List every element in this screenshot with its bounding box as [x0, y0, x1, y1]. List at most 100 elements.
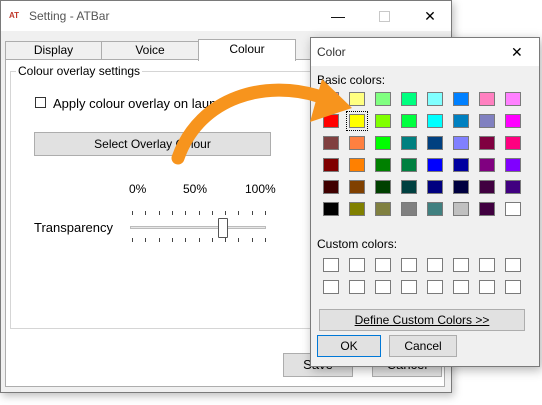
slider-tick	[185, 211, 187, 215]
custom-color-swatch[interactable]	[349, 258, 365, 272]
basic-color-swatch[interactable]	[323, 202, 339, 216]
basic-color-swatch[interactable]	[505, 180, 521, 194]
custom-color-swatch[interactable]	[375, 258, 391, 272]
basic-color-swatch[interactable]	[323, 136, 339, 150]
basic-color-swatch[interactable]	[505, 114, 521, 128]
maximize-button[interactable]	[361, 1, 407, 31]
slider-tick	[198, 238, 200, 242]
custom-color-swatch[interactable]	[349, 280, 365, 294]
transparency-slider-thumb[interactable]	[218, 218, 229, 238]
basic-color-swatch[interactable]	[346, 111, 368, 131]
pct-50-label: 50%	[183, 182, 208, 196]
basic-color-swatch[interactable]	[323, 180, 339, 194]
close-icon[interactable]: ✕	[511, 44, 523, 61]
slider-tick	[158, 238, 160, 242]
basic-color-swatch[interactable]	[479, 158, 495, 172]
basic-color-swatch[interactable]	[401, 158, 417, 172]
custom-color-swatch[interactable]	[453, 258, 469, 272]
basic-color-swatch[interactable]	[375, 180, 391, 194]
slider-tick	[132, 211, 133, 215]
basic-color-swatch[interactable]	[401, 180, 417, 194]
custom-color-swatch[interactable]	[401, 280, 417, 294]
basic-color-swatch[interactable]	[349, 158, 365, 172]
basic-color-swatch[interactable]	[401, 114, 417, 128]
basic-color-swatch[interactable]	[427, 180, 443, 194]
transparency-slider-track[interactable]	[130, 226, 266, 229]
basic-color-swatch[interactable]	[453, 92, 469, 106]
slider-tick	[238, 238, 240, 242]
basic-color-swatch[interactable]	[427, 136, 443, 150]
custom-color-swatch[interactable]	[427, 280, 443, 294]
slider-ticks-top	[0, 211, 300, 216]
define-custom-colors-button[interactable]: Define Custom Colors >>	[319, 309, 525, 331]
basic-color-swatch[interactable]	[453, 114, 469, 128]
basic-color-swatch[interactable]	[349, 136, 365, 150]
custom-colors-label: Custom colors:	[317, 237, 398, 251]
custom-color-swatch[interactable]	[479, 258, 495, 272]
basic-color-swatch[interactable]	[453, 180, 469, 194]
basic-color-swatch[interactable]	[323, 92, 339, 106]
custom-color-swatch[interactable]	[479, 280, 495, 294]
slider-tick	[225, 211, 227, 215]
slider-tick	[265, 211, 266, 215]
apply-overlay-checkbox[interactable]	[35, 97, 46, 108]
pct-0-label: 0%	[129, 182, 147, 196]
basic-color-swatch[interactable]	[505, 202, 521, 216]
basic-color-swatch[interactable]	[375, 136, 391, 150]
custom-color-swatch[interactable]	[401, 258, 417, 272]
pct-100-label: 100%	[245, 182, 276, 196]
basic-color-swatch[interactable]	[479, 114, 495, 128]
close-button[interactable]: ✕	[407, 1, 453, 31]
basic-color-swatch[interactable]	[375, 92, 391, 106]
slider-tick	[171, 211, 173, 215]
custom-color-swatch[interactable]	[453, 280, 469, 294]
color-cancel-button[interactable]: Cancel	[389, 335, 457, 357]
custom-color-swatch[interactable]	[427, 258, 443, 272]
basic-color-swatch[interactable]	[453, 136, 469, 150]
basic-color-swatch[interactable]	[349, 180, 365, 194]
basic-color-swatch[interactable]	[427, 114, 443, 128]
basic-colors-label: Basic colors:	[317, 73, 386, 87]
basic-color-swatch[interactable]	[375, 158, 391, 172]
basic-color-swatch[interactable]	[505, 92, 521, 106]
basic-color-swatch[interactable]	[401, 92, 417, 106]
slider-tick	[198, 211, 200, 215]
tab-colour[interactable]: Colour	[198, 39, 296, 61]
basic-color-swatch[interactable]	[349, 202, 365, 216]
basic-color-swatch[interactable]	[453, 202, 469, 216]
basic-color-swatch[interactable]	[375, 202, 391, 216]
custom-color-swatch[interactable]	[323, 258, 339, 272]
basic-color-swatch[interactable]	[427, 202, 443, 216]
basic-color-swatch[interactable]	[505, 136, 521, 150]
basic-color-swatch[interactable]	[505, 158, 521, 172]
tab-display[interactable]: Display	[5, 41, 102, 59]
slider-ticks-bottom	[0, 238, 300, 243]
basic-color-swatch[interactable]	[479, 180, 495, 194]
basic-color-swatch[interactable]	[375, 114, 391, 128]
basic-color-swatch[interactable]	[401, 136, 417, 150]
tab-voice[interactable]: Voice	[101, 41, 199, 59]
select-overlay-colour-button[interactable]: Select Overlay Colour	[34, 132, 271, 156]
custom-color-swatch[interactable]	[505, 280, 521, 294]
basic-color-swatch[interactable]	[323, 158, 339, 172]
basic-color-swatch[interactable]	[323, 114, 339, 128]
custom-color-swatch[interactable]	[505, 258, 521, 272]
slider-tick	[158, 211, 160, 215]
custom-color-swatch[interactable]	[375, 280, 391, 294]
basic-color-swatch[interactable]	[349, 92, 365, 106]
custom-color-swatch[interactable]	[323, 280, 339, 294]
basic-color-swatch[interactable]	[427, 158, 443, 172]
slider-tick	[132, 238, 133, 242]
basic-color-swatch[interactable]	[427, 92, 443, 106]
window-title: Setting - ATBar	[29, 9, 110, 23]
slider-tick	[225, 238, 227, 242]
basic-color-swatch[interactable]	[453, 158, 469, 172]
minimize-button[interactable]: —	[315, 1, 361, 31]
atbar-app-icon: AT	[9, 11, 20, 20]
basic-color-swatch[interactable]	[479, 92, 495, 106]
basic-color-swatch[interactable]	[479, 136, 495, 150]
ok-button[interactable]: OK	[317, 335, 381, 357]
slider-tick	[211, 238, 213, 242]
basic-color-swatch[interactable]	[479, 202, 495, 216]
basic-color-swatch[interactable]	[401, 202, 417, 216]
